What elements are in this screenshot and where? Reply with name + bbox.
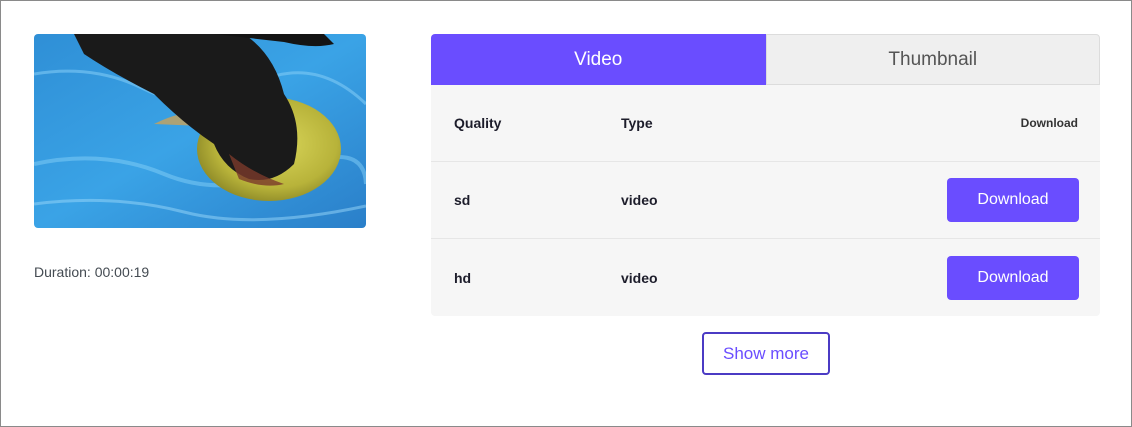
- table-row: hd video Download: [431, 239, 1100, 316]
- show-more-button[interactable]: Show more: [702, 332, 830, 375]
- format-tabs: Video Thumbnail: [431, 34, 1100, 85]
- download-button-hd[interactable]: Download: [947, 255, 1079, 300]
- row-type: video: [621, 192, 658, 208]
- video-thumbnail[interactable]: [34, 34, 366, 228]
- column-header-type: Type: [621, 115, 653, 131]
- column-header-quality: Quality: [454, 115, 502, 131]
- column-header-download: Download: [1020, 116, 1078, 130]
- thumbnail-image: [34, 34, 366, 228]
- row-type: video: [621, 269, 658, 286]
- tab-thumbnail[interactable]: Thumbnail: [765, 34, 1100, 85]
- page-frame: Duration: 00:00:19 Video Thumbnail Quali…: [0, 0, 1132, 427]
- row-quality: sd: [454, 192, 471, 208]
- table-header-row: Quality Type Download: [431, 85, 1100, 162]
- download-table: Quality Type Download sd video Download …: [431, 85, 1100, 316]
- row-quality: hd: [454, 269, 472, 286]
- tab-video[interactable]: Video: [431, 34, 766, 85]
- video-duration: Duration: 00:00:19: [34, 264, 150, 280]
- table-row: sd video Download: [431, 162, 1100, 239]
- download-button-sd[interactable]: Download: [947, 178, 1079, 222]
